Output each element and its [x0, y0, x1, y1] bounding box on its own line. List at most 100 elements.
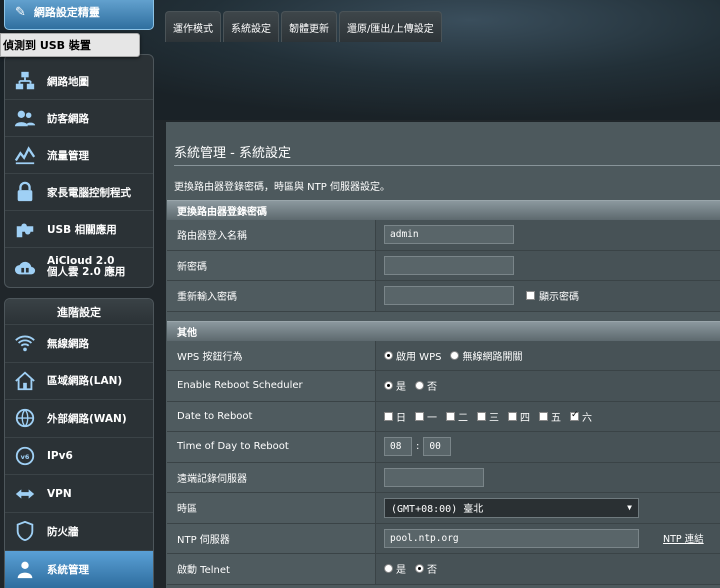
table-row: Time of Day to Reboot 08 : 00	[167, 432, 720, 463]
timezone-select[interactable]: (GMT+08:00) 臺北 ▼	[384, 497, 639, 518]
day-option: 二	[446, 409, 468, 424]
tab-operation-mode[interactable]: 運作模式	[165, 11, 221, 42]
day-label: 日	[396, 412, 406, 424]
day-checkbox[interactable]	[384, 411, 393, 421]
day-label: 三	[489, 412, 499, 424]
sidebar-item-label: 外部網路(WAN)	[47, 412, 127, 425]
show-password-checkbox[interactable]	[526, 291, 535, 301]
sidebar-item-vpn[interactable]: VPN	[5, 475, 153, 513]
day-checkbox[interactable]	[508, 411, 517, 421]
aicloud-icon	[13, 255, 37, 279]
reboot-minute-input[interactable]: 00	[423, 437, 452, 457]
wand-icon: ✎	[15, 4, 26, 20]
sidebar-item-label: 訪客網路	[47, 112, 89, 125]
advanced-settings-title: 進階設定	[5, 299, 153, 325]
tab-firmware-upgrade[interactable]: 韌體更新	[281, 11, 337, 42]
sidebar-item-traffic-manager[interactable]: 流量管理	[5, 137, 153, 174]
sidebar-item-label: 家長電腦控制程式	[47, 186, 131, 199]
sidebar-item-aicloud[interactable]: AiCloud 2.0 個人雲 2.0 應用	[5, 248, 153, 285]
table-row: Enable Reboot Scheduler 是 否	[167, 371, 720, 402]
title-divider	[174, 165, 720, 166]
sidebar-item-firewall[interactable]: 防火牆	[5, 513, 153, 551]
day-label: 二	[458, 412, 468, 424]
ipv6-icon: v6	[13, 444, 37, 468]
sidebar-item-parental-control[interactable]: 家長電腦控制程式	[5, 174, 153, 211]
advanced-menu: 進階設定 無線網路 區域網路(LAN) 外部網路(WAN) v6 IPv6 VP…	[4, 298, 154, 588]
login-name-label: 路由器登入名稱	[167, 220, 376, 250]
usb-application-icon	[13, 217, 37, 241]
remote-log-server-input[interactable]	[384, 467, 484, 487]
settings-table: 更換路由器登錄密碼 路由器登入名稱 admin 新密碼 重新輸入密碼 顯示密碼 …	[167, 200, 720, 585]
general-menu: 網路地圖 訪客網路 流量管理 家長電腦控制程式 USB 相關應用 AiCloud…	[4, 54, 154, 288]
administration-icon	[13, 557, 37, 581]
tab-system[interactable]: 系統設定	[223, 11, 279, 42]
telnet-yes-radio[interactable]	[384, 564, 393, 574]
sidebar-item-wan[interactable]: 外部網路(WAN)	[5, 400, 153, 438]
table-row: NTP 伺服器 pool.ntp.org NTP 連結	[167, 523, 720, 554]
sidebar-item-ipv6[interactable]: v6 IPv6	[5, 438, 153, 476]
sidebar: ✎ 網路設定精靈 偵測到 USB 裝置 網路地圖 訪客網路 流量管理 家長電腦控…	[0, 0, 160, 588]
new-password-label: 新密碼	[167, 250, 376, 280]
ntp-server-input[interactable]: pool.ntp.org	[384, 528, 639, 548]
reboot-scheduler-label: Enable Reboot Scheduler	[167, 371, 376, 401]
day-label: 五	[551, 412, 561, 424]
new-password-input[interactable]	[384, 255, 514, 275]
login-name-input[interactable]: admin	[384, 225, 514, 245]
sidebar-item-label: AiCloud 2.0 個人雲 2.0 應用	[47, 254, 126, 278]
day-checkbox[interactable]	[570, 410, 579, 421]
wps-wireless-toggle-radio[interactable]	[450, 350, 460, 360]
sidebar-item-administration[interactable]: 系統管理	[5, 550, 153, 588]
day-checkbox[interactable]	[446, 411, 455, 421]
reboot-scheduler-no-radio[interactable]	[415, 381, 424, 391]
date-to-reboot-label: Date to Reboot	[167, 401, 376, 431]
guest-network-icon	[13, 106, 37, 130]
wireless-icon	[13, 331, 37, 355]
day-option: 六	[570, 409, 592, 424]
sidebar-item-label: 區域網路(LAN)	[47, 375, 123, 388]
page-title: 系統管理 - 系統設定	[174, 146, 291, 161]
day-option: 四	[508, 409, 530, 424]
sidebar-item-label: 流量管理	[47, 149, 89, 162]
sidebar-item-label: USB 相關應用	[47, 223, 117, 236]
reboot-hour-input[interactable]: 08	[384, 437, 412, 457]
sidebar-item-network-map[interactable]: 網路地圖	[5, 63, 153, 100]
traffic-manager-icon	[13, 143, 37, 167]
sidebar-item-label: 網路地圖	[47, 75, 89, 88]
quick-setup-button[interactable]: ✎ 網路設定精靈	[4, 0, 154, 30]
sidebar-item-wireless[interactable]: 無線網路	[5, 325, 153, 363]
sidebar-item-label: 防火牆	[47, 525, 79, 538]
network-map-icon	[13, 69, 37, 93]
day-option: 三	[477, 409, 499, 424]
ntp-server-label: NTP 伺服器	[167, 523, 376, 553]
page-description: 更換路由器登錄密碼，時區與 NTP 伺服器設定。	[174, 182, 390, 193]
tab-restore-save-upload[interactable]: 還原/匯出/上傳設定	[339, 11, 442, 42]
day-checkbox[interactable]	[539, 411, 548, 421]
telnet-no-radio[interactable]	[415, 564, 424, 574]
telnet-label: 啟動 Telnet	[167, 554, 376, 584]
sidebar-item-guest-network[interactable]: 訪客網路	[5, 100, 153, 137]
sidebar-item-usb-application[interactable]: USB 相關應用	[5, 211, 153, 248]
wps-wireless-toggle-label: 無線網路開關	[462, 351, 523, 363]
show-password-label: 顯示密碼	[539, 292, 579, 304]
yes-label: 是	[396, 382, 406, 394]
table-row: 新密碼	[167, 250, 720, 281]
no-label: 否	[427, 565, 437, 577]
time-separator: :	[416, 441, 420, 453]
table-row: 時區 (GMT+08:00) 臺北 ▼	[167, 493, 720, 524]
day-label: 四	[520, 412, 530, 424]
ntp-link[interactable]: NTP 連結	[663, 531, 704, 545]
day-checkbox[interactable]	[415, 411, 424, 421]
reboot-scheduler-yes-radio[interactable]	[384, 381, 393, 391]
sidebar-item-lan[interactable]: 區域網路(LAN)	[5, 363, 153, 401]
day-option: 一	[415, 409, 437, 424]
day-checkbox[interactable]	[477, 411, 486, 421]
timezone-label: 時區	[167, 493, 376, 523]
table-row: 啟動 Telnet 是 否	[167, 554, 720, 585]
confirm-password-input[interactable]	[384, 286, 514, 306]
wps-enable-radio[interactable]	[384, 350, 393, 360]
chevron-down-icon: ▼	[627, 503, 632, 513]
confirm-password-label: 重新輸入密碼	[167, 281, 376, 311]
usb-detected-tooltip[interactable]: 偵測到 USB 裝置	[0, 33, 140, 57]
quick-setup-label: 網路設定精靈	[33, 6, 100, 19]
no-label: 否	[427, 382, 437, 394]
